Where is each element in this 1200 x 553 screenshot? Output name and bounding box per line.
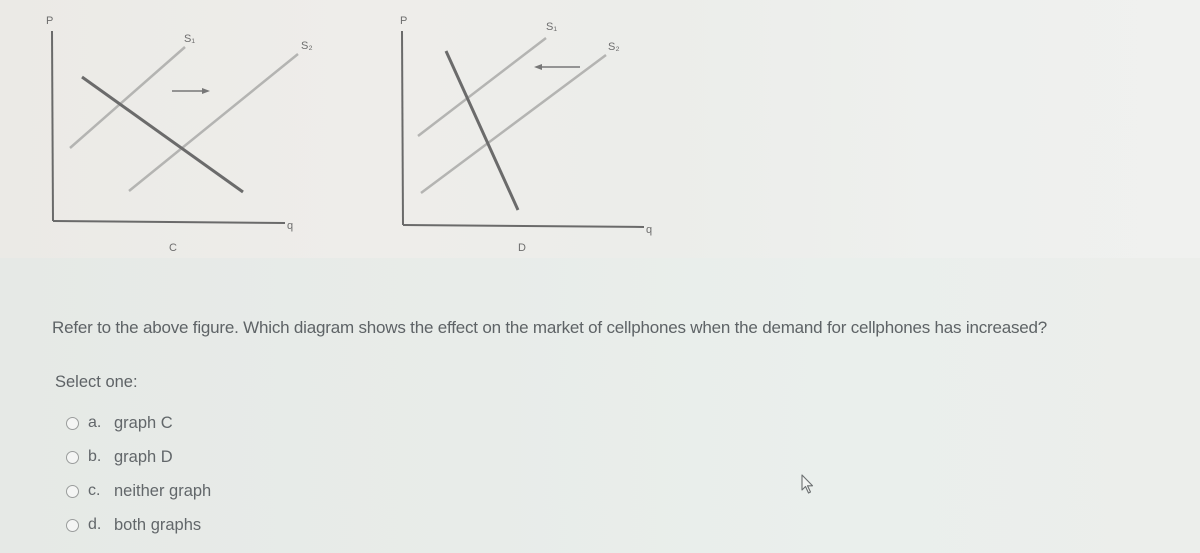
graph-c-x-axis	[52, 220, 286, 224]
graph-c-caption: C	[169, 242, 177, 254]
option-d[interactable]: d. both graphs	[66, 508, 211, 542]
graph-c-shift-arrow-right	[172, 88, 210, 94]
graph-c-y-axis	[51, 30, 54, 222]
option-c[interactable]: c. neither graph	[66, 474, 211, 508]
question-text: Refer to the above figure. Which diagram…	[52, 318, 1048, 337]
graph-c-label-s1: S₁	[184, 33, 195, 45]
radio-button-b[interactable]	[66, 450, 79, 464]
graph-d-supply-s1	[417, 37, 547, 137]
mouse-pointer-icon	[801, 474, 815, 496]
graph-d-label-s2: S₂	[608, 41, 620, 53]
select-one-prompt: Select one:	[55, 373, 138, 391]
graph-c-demand	[81, 75, 244, 194]
graph-d-label-s1: S₁	[546, 21, 557, 33]
option-a-letter: a.	[88, 414, 102, 431]
graph-d-y-axis	[401, 30, 404, 226]
graph-d-x-axis	[402, 224, 645, 228]
graph-c-x-axis-label: q	[287, 220, 293, 232]
option-c-letter: c.	[88, 482, 101, 499]
option-a-label[interactable]: graph C	[114, 414, 173, 433]
option-c-label[interactable]: neither graph	[114, 482, 211, 501]
graph-c-label-s2: S₂	[301, 40, 313, 52]
option-b-label[interactable]: graph D	[114, 448, 173, 467]
option-d-letter: d.	[88, 516, 102, 533]
graph-c-svg: P q S₁ S₂ C	[46, 15, 313, 254]
graph-d: P q S₁ S₂ D	[390, 0, 670, 258]
radio-button-a[interactable]	[66, 416, 79, 430]
graph-d-svg: P q S₁ S₂ D	[400, 15, 652, 254]
graph-d-y-axis-label: P	[400, 15, 407, 27]
graph-d-caption: D	[518, 242, 526, 254]
graph-c: P q S₁ S₂ C	[40, 0, 350, 258]
option-d-label[interactable]: both graphs	[114, 516, 201, 535]
option-b-letter: b.	[88, 448, 102, 465]
graph-c-y-axis-label: P	[46, 15, 53, 27]
radio-button-c[interactable]	[66, 484, 79, 498]
option-b[interactable]: b. graph D	[66, 440, 211, 474]
graph-c-supply-s1	[69, 46, 186, 149]
graph-d-supply-s2	[420, 53, 607, 195]
graph-d-shift-arrow-left	[534, 64, 580, 70]
answer-options: a. graph C b. graph D c. neither graph d…	[66, 406, 211, 542]
radio-button-d[interactable]	[66, 518, 79, 532]
graph-d-x-axis-label: q	[646, 224, 652, 236]
option-a[interactable]: a. graph C	[66, 406, 211, 440]
graph-d-demand	[444, 50, 520, 211]
